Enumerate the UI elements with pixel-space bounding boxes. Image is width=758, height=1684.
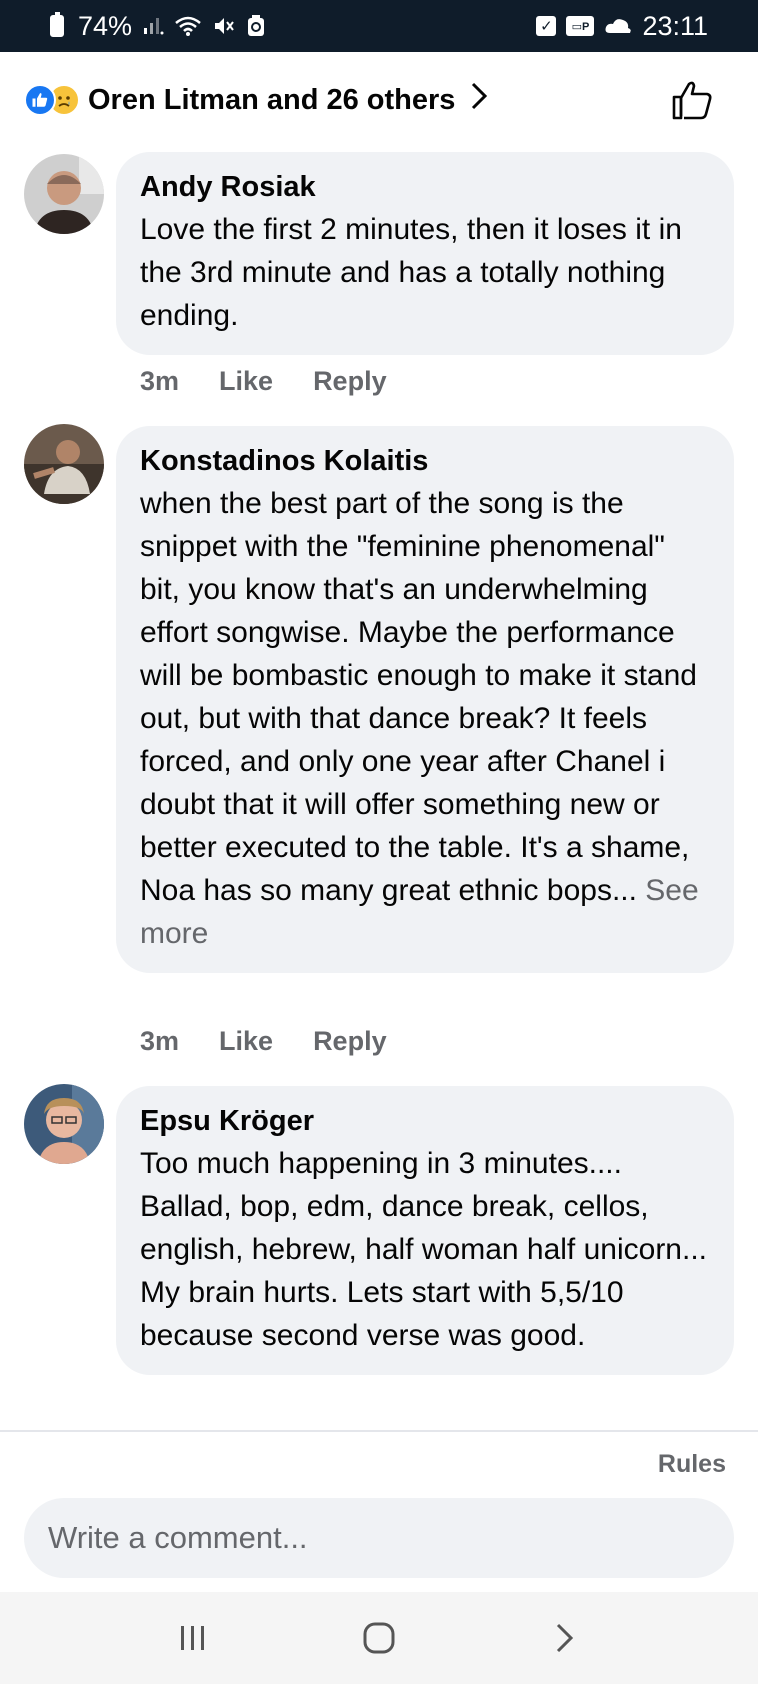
- comment-text: when the best part of the song is the sn…: [140, 482, 710, 955]
- comment-author[interactable]: Andy Rosiak: [140, 166, 710, 208]
- reaction-icons: [24, 84, 80, 116]
- status-left: 74%: [50, 11, 266, 42]
- home-icon: [363, 1622, 395, 1654]
- comment-timestamp[interactable]: 3m: [140, 1026, 179, 1057]
- rules-link[interactable]: Rules: [658, 1450, 726, 1479]
- composer-divider: [0, 1430, 758, 1432]
- comment-text-body: when the best part of the song is the sn…: [140, 487, 697, 907]
- system-nav-bar: [0, 1592, 758, 1684]
- back-button[interactable]: [535, 1608, 595, 1668]
- reply-button[interactable]: Reply: [313, 1026, 387, 1057]
- chevron-right-icon: [556, 1623, 574, 1653]
- recent-apps-icon: [181, 1626, 204, 1650]
- reactors-summary-text: Oren Litman and 26 others: [88, 83, 456, 116]
- reply-button[interactable]: Reply: [313, 366, 387, 397]
- home-button[interactable]: [349, 1608, 409, 1668]
- status-bar: 74% ✓ ▭P 23:11: [0, 0, 758, 52]
- comment-text: Too much happening in 3 minutes.... Ball…: [140, 1147, 707, 1352]
- reactions-summary[interactable]: Oren Litman and 26 others: [0, 52, 758, 148]
- comment-actions: 3m Like Reply: [140, 366, 387, 397]
- comment-bubble: Andy Rosiak Love the first 2 minutes, th…: [116, 152, 734, 355]
- comment-bubble: Konstadinos Kolaitis when the best part …: [116, 426, 734, 973]
- status-right: ✓ ▭P 23:11: [536, 11, 708, 42]
- mute-icon: [212, 15, 236, 37]
- comment-input[interactable]: [24, 1498, 734, 1578]
- comment-bubble: Epsu Kröger Too much happening in 3 minu…: [116, 1086, 734, 1375]
- like-button[interactable]: Like: [219, 1026, 273, 1057]
- avatar[interactable]: [24, 154, 104, 234]
- comment-author[interactable]: Epsu Kröger: [140, 1100, 710, 1142]
- comment-actions: 3m Like Reply: [140, 1026, 387, 1057]
- checkbox-notification-icon: ✓: [536, 16, 557, 36]
- thumbs-up-icon: [672, 81, 712, 120]
- like-button[interactable]: Like: [219, 366, 273, 397]
- cloud-icon: [604, 17, 632, 35]
- like-post-button[interactable]: [670, 78, 714, 122]
- battery-icon: [50, 12, 64, 37]
- wifi-icon: [174, 15, 202, 37]
- comment-timestamp[interactable]: 3m: [140, 366, 179, 397]
- recent-apps-button[interactable]: [163, 1608, 223, 1668]
- battery-percent: 74%: [78, 10, 133, 41]
- like-reaction-icon: [24, 84, 56, 116]
- comment-text: Love the first 2 minutes, then it loses …: [140, 213, 682, 332]
- comment-author[interactable]: Konstadinos Kolaitis: [140, 440, 710, 482]
- recycle-icon: [246, 14, 266, 38]
- avatar[interactable]: [24, 424, 104, 504]
- parking-notification-icon: ▭P: [566, 16, 595, 36]
- avatar[interactable]: [24, 1084, 104, 1164]
- signal-icon: [142, 16, 164, 36]
- clock: 23:11: [642, 10, 708, 41]
- chevron-right-icon: [469, 81, 489, 119]
